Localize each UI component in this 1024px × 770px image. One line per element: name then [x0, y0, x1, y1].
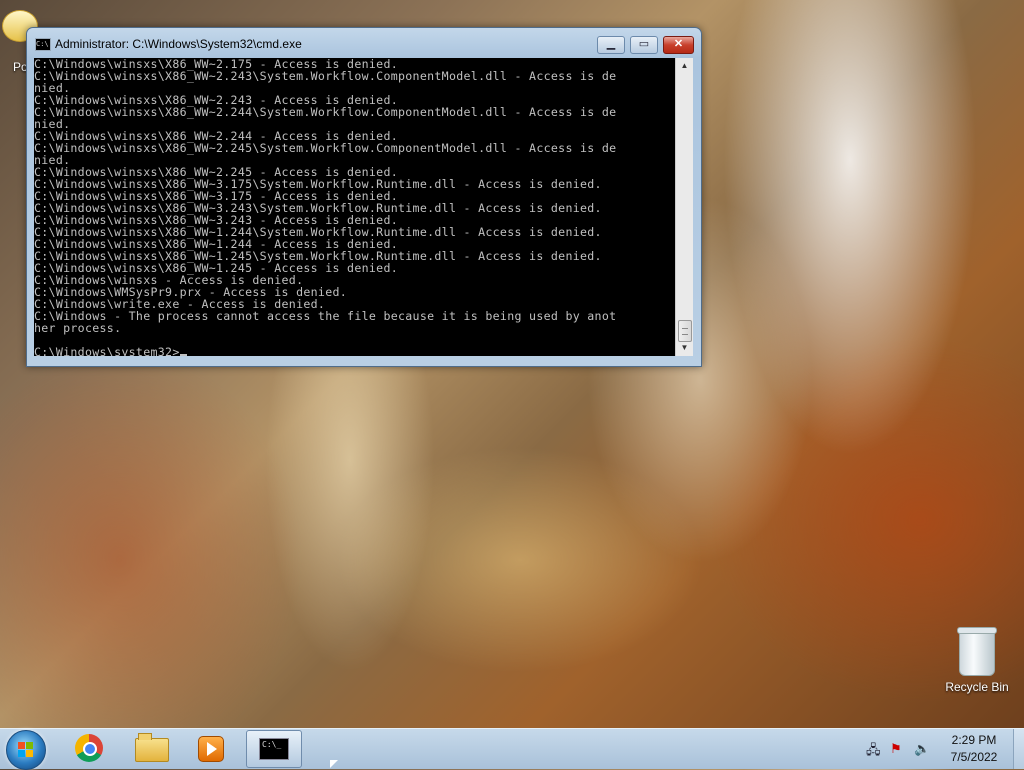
mouse-pointer-icon	[330, 760, 338, 768]
clock-date: 7/5/2022	[950, 750, 998, 764]
recycle-bin[interactable]: Recycle Bin	[940, 627, 1014, 694]
media-player-icon	[198, 736, 224, 762]
minimize-icon: ▁	[606, 38, 616, 50]
taskbar-cmd-button[interactable]: C:\_	[246, 730, 302, 768]
start-button[interactable]	[6, 730, 46, 770]
text-cursor	[179, 354, 187, 356]
title-bar[interactable]: C:\ Administrator: C:\Windows\System32\c…	[27, 28, 701, 58]
cmd-window[interactable]: C:\ Administrator: C:\Windows\System32\c…	[26, 27, 702, 367]
scroll-down-icon[interactable]: ▼	[676, 340, 693, 356]
show-desktop-button[interactable]	[1013, 729, 1024, 769]
taskbar-media-player-button[interactable]	[184, 730, 238, 766]
console-prompt: C:\Windows\system32>	[34, 345, 180, 356]
taskbar-explorer-button[interactable]	[124, 730, 178, 766]
scrollbar-thumb[interactable]	[678, 320, 692, 342]
cmd-window-icon[interactable]: C:\	[35, 38, 51, 51]
vertical-scrollbar[interactable]: ▲ ▼	[675, 58, 693, 356]
taskbar-chrome-button[interactable]	[62, 730, 116, 766]
network-icon[interactable]: 🖧	[866, 741, 881, 763]
maximize-icon: ▭	[638, 38, 650, 50]
windows-logo-icon	[18, 742, 34, 758]
window-title: Administrator: C:\Windows\System32\cmd.e…	[55, 37, 302, 51]
console-line: her process.	[34, 321, 122, 335]
cmd-icon: C:\_	[259, 738, 289, 760]
close-button[interactable]: ✕	[663, 36, 694, 54]
recycle-bin-label: Recycle Bin	[945, 680, 1009, 694]
console-prompt-line[interactable]: C:\Windows\system32>	[34, 346, 675, 356]
taskbar: C:\_ 🖧 ⚑ 🔈 2:29 PM 7/5/2022	[0, 728, 1024, 770]
console-line: C:\Windows\winsxs\X86_WW~2.244\System.Wo…	[34, 105, 617, 119]
console-line: C:\Windows\winsxs\X86_WW~2.245\System.Wo…	[34, 141, 617, 155]
console-line: C:\Windows - The process cannot access t…	[34, 309, 617, 323]
recycle-bin-icon	[957, 627, 997, 676]
console-line: C:\Windows\winsxs\X86_WW~2.243\System.Wo…	[34, 69, 617, 83]
clock[interactable]: 2:29 PM 7/5/2022	[938, 732, 1010, 766]
action-center-flag-icon[interactable]: ⚑	[890, 741, 902, 757]
clock-time: 2:29 PM	[951, 733, 997, 747]
volume-icon[interactable]: 🔈	[914, 741, 930, 757]
maximize-button[interactable]: ▭	[630, 36, 658, 54]
close-icon: ✕	[673, 38, 684, 50]
scroll-up-icon[interactable]: ▲	[676, 58, 693, 74]
chrome-icon	[75, 734, 103, 762]
minimize-button[interactable]: ▁	[597, 36, 625, 54]
console-output[interactable]: C:\Windows\winsxs\X86_WW~2.175 - Access …	[34, 58, 675, 356]
folder-icon	[135, 733, 169, 762]
